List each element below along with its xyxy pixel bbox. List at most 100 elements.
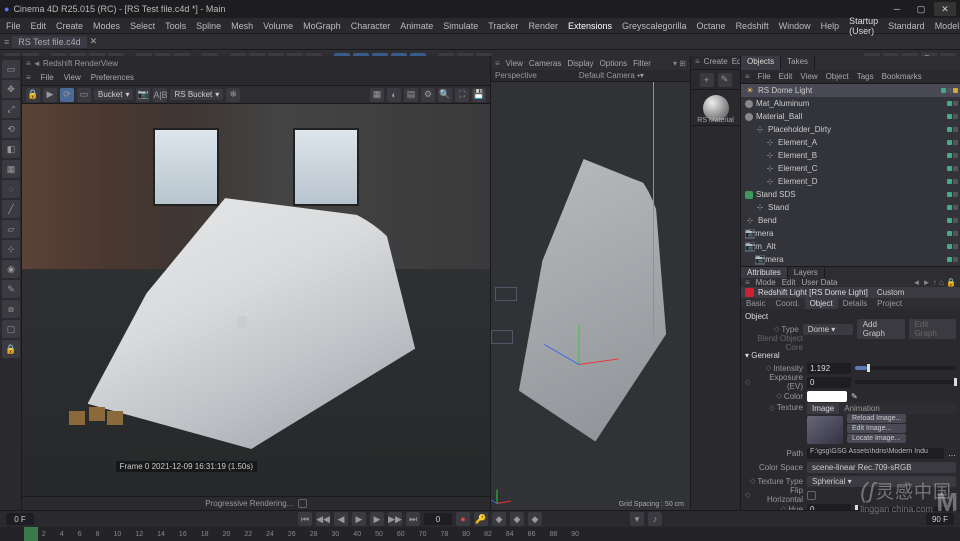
visibility-dots[interactable]: [947, 244, 958, 249]
vp-tab[interactable]: Perspective: [495, 71, 537, 80]
goto-start-button[interactable]: ⏮: [298, 512, 312, 526]
menu-simulate[interactable]: Simulate: [443, 21, 478, 31]
rv-zoom-icon[interactable]: 🔍: [438, 88, 452, 102]
marker-button[interactable]: ▾: [630, 512, 644, 526]
visibility-dots[interactable]: [947, 205, 958, 210]
rv-grid-icon[interactable]: ▦: [370, 88, 384, 102]
tex-tab-anim[interactable]: Animation: [839, 403, 885, 414]
vp-menu-options[interactable]: Options: [600, 59, 628, 68]
record-button[interactable]: ●: [456, 512, 470, 526]
tree-row[interactable]: ⊹Stand: [741, 201, 960, 214]
rv-menu-view[interactable]: View: [64, 73, 81, 82]
attr-menu-edit[interactable]: Edit: [782, 278, 796, 287]
edit-graph-button[interactable]: Edit Graph: [909, 319, 956, 339]
visibility-dots[interactable]: [947, 257, 958, 262]
rotate-tool-l[interactable]: ⟲: [2, 120, 20, 138]
start-frame[interactable]: 0 F: [6, 513, 34, 525]
menu-volume[interactable]: Volume: [263, 21, 293, 31]
rv-save-icon[interactable]: 💾: [472, 88, 486, 102]
object-tree[interactable]: ☀RS Dome LightMat_AluminumMaterial_Ball⊹…: [741, 84, 960, 266]
visibility-dots[interactable]: [947, 192, 958, 197]
rv-freeze-icon[interactable]: ❄: [226, 88, 240, 102]
general-section-header[interactable]: ▾ General: [745, 350, 956, 361]
obj-menu-bookmarks[interactable]: Bookmarks: [882, 72, 922, 81]
nav-gizmo[interactable]: [497, 480, 521, 504]
exposure-field[interactable]: 0: [807, 377, 851, 388]
flip-checkbox[interactable]: [807, 491, 816, 500]
menu-file[interactable]: File: [6, 21, 21, 31]
snap-l[interactable]: ⧇: [2, 300, 20, 318]
key-pos-button[interactable]: ◆: [492, 512, 506, 526]
vp-menu-display[interactable]: Display: [567, 59, 593, 68]
rv-channel-icon[interactable]: ◐: [387, 88, 401, 102]
mat-brush-icon[interactable]: ✎: [718, 73, 732, 87]
tree-row[interactable]: Mat_Aluminum: [741, 97, 960, 110]
tree-row[interactable]: ⊹Placeholder_Dirty: [741, 123, 960, 136]
rv-fit-icon[interactable]: ⛶: [455, 88, 469, 102]
tree-row[interactable]: 📷Camera: [741, 227, 960, 240]
viewport-solo[interactable]: ◉: [2, 260, 20, 278]
color-picker-icon[interactable]: ✎: [851, 392, 858, 401]
tex-tab-image[interactable]: Image: [807, 403, 839, 414]
menu-mesh[interactable]: Mesh: [231, 21, 253, 31]
atab-coord[interactable]: Coord.: [771, 298, 805, 309]
visibility-dots[interactable]: [947, 231, 958, 236]
tree-row[interactable]: ⊹Bend: [741, 214, 960, 227]
visibility-dots[interactable]: [947, 114, 958, 119]
autokey-button[interactable]: 🔑: [474, 512, 488, 526]
menu-octane[interactable]: Octane: [697, 21, 726, 31]
rv-ipr-icon[interactable]: ⟳: [60, 88, 74, 102]
rv-menu-file[interactable]: File: [41, 73, 54, 82]
intensity-slider[interactable]: [855, 366, 956, 370]
texture-type-select[interactable]: Spherical ▾: [807, 476, 956, 487]
menu-render[interactable]: Render: [528, 21, 558, 31]
point-mode[interactable]: ◌: [2, 180, 20, 198]
visibility-dots[interactable]: [947, 101, 958, 106]
vp-menu-view[interactable]: View: [506, 59, 523, 68]
tab-attributes[interactable]: Attributes: [741, 267, 788, 278]
current-frame[interactable]: 0: [424, 513, 452, 525]
obj-menu-object[interactable]: Object: [826, 72, 849, 81]
camera-gizmo[interactable]: [495, 287, 517, 301]
menu-gsg[interactable]: Greyscalegorilla: [622, 21, 687, 31]
layout-startup[interactable]: Startup (User): [849, 16, 878, 36]
prev-frame-button[interactable]: ◀: [334, 512, 348, 526]
viewport-3d[interactable]: Grid Spacing : 50 cm: [491, 82, 690, 510]
visibility-dots[interactable]: [947, 166, 958, 171]
menu-help[interactable]: Help: [821, 21, 840, 31]
tree-row[interactable]: ⊹Element_A: [741, 136, 960, 149]
rv-region-icon[interactable]: ▭: [77, 88, 91, 102]
edit-image-button[interactable]: Edit Image...: [847, 424, 906, 433]
atab-basic[interactable]: Basic: [741, 298, 771, 309]
menu-spline[interactable]: Spline: [196, 21, 221, 31]
colorspace-select[interactable]: scene-linear Rec.709-sRGB: [807, 462, 956, 473]
rv-histogram-icon[interactable]: ▤: [404, 88, 418, 102]
render-viewport[interactable]: Frame 0 2021-12-09 16:31:19 (1.50s): [22, 104, 490, 496]
menu-modes[interactable]: Modes: [93, 21, 120, 31]
locate-image-button[interactable]: Locate Image...: [847, 434, 906, 443]
renderview-tab[interactable]: Redshift RenderView: [43, 59, 118, 68]
obj-menu-edit[interactable]: Edit: [779, 72, 793, 81]
menu-select[interactable]: Select: [130, 21, 155, 31]
visibility-dots[interactable]: [947, 218, 958, 223]
layout-model[interactable]: Model: [935, 21, 960, 31]
reload-image-button[interactable]: Reload Image...: [847, 414, 906, 423]
color-swatch[interactable]: [807, 391, 847, 402]
tree-row[interactable]: Stand SDS: [741, 188, 960, 201]
rv-bucket-select[interactable]: RS Bucket▾: [170, 89, 223, 100]
move-tool-l[interactable]: ✥: [2, 80, 20, 98]
visibility-dots[interactable]: [947, 127, 958, 132]
sound-button[interactable]: ♪: [648, 512, 662, 526]
attr-menu-userdata[interactable]: User Data: [801, 278, 837, 287]
obj-menu-tags[interactable]: Tags: [857, 72, 874, 81]
menu-window[interactable]: Window: [779, 21, 811, 31]
visibility-dots[interactable]: [947, 153, 958, 158]
menu-edit[interactable]: Edit: [31, 21, 47, 31]
tree-row[interactable]: ⊹Element_B: [741, 149, 960, 162]
attr-menu-mode[interactable]: Mode: [756, 278, 776, 287]
attr-custom-select[interactable]: Custom: [872, 287, 956, 298]
play-button[interactable]: ▶: [352, 512, 366, 526]
path-browse-icon[interactable]: …: [948, 449, 956, 458]
tree-row[interactable]: 📷Cam_Alt: [741, 240, 960, 253]
scale-tool-l[interactable]: ⤢: [2, 100, 20, 118]
